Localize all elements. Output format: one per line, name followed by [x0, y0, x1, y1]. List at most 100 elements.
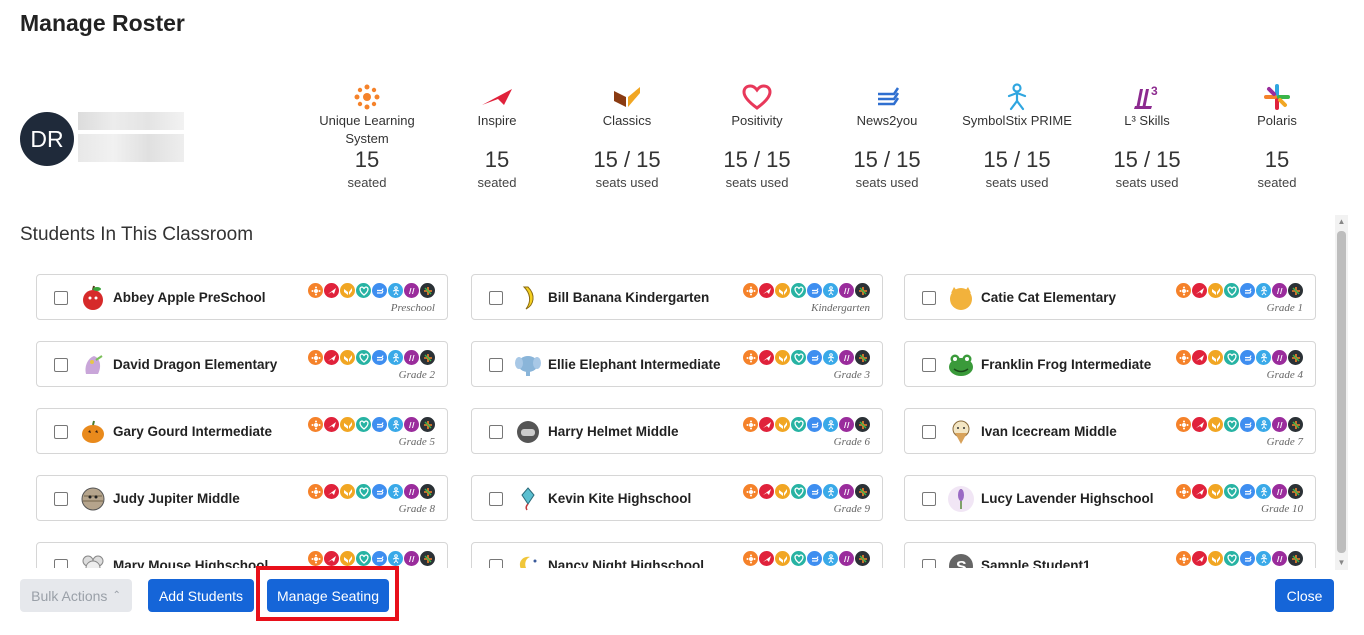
- l3-skills-badge-icon: [404, 551, 419, 566]
- student-card[interactable]: S Sample Student1: [904, 542, 1316, 568]
- student-name: Lucy Lavender Highschool: [981, 491, 1154, 506]
- positivity-badge-icon: [1224, 350, 1239, 365]
- student-checkbox[interactable]: [54, 559, 68, 568]
- student-card[interactable]: Nancy Night Highschool: [471, 542, 883, 568]
- product-badges: [743, 417, 870, 432]
- close-button[interactable]: Close: [1275, 579, 1334, 612]
- polaris-badge-icon: [420, 350, 435, 365]
- inspire-badge-icon: [1192, 417, 1207, 432]
- student-grid: Abbey Apple PreSchool Preschool Bill Banan…: [0, 258, 1333, 568]
- product-badges: [308, 551, 435, 566]
- classics-badge-icon: [775, 283, 790, 298]
- student-checkbox[interactable]: [54, 291, 68, 305]
- student-card[interactable]: Kevin Kite Highschool Grade 9: [471, 475, 883, 521]
- unique-learning-badge-icon: [1176, 350, 1191, 365]
- student-grade: Grade 7: [1266, 436, 1303, 448]
- student-card[interactable]: Judy Jupiter Middle Grade 8: [36, 475, 448, 521]
- student-card[interactable]: Ellie Elephant Intermediate Grade 3: [471, 341, 883, 387]
- l3-skills-icon: 3: [1082, 82, 1212, 112]
- student-checkbox[interactable]: [489, 291, 503, 305]
- student-card[interactable]: Franklin Frog Intermediate Grade 4: [904, 341, 1316, 387]
- student-card[interactable]: Ivan Icecream Middle Grade 7: [904, 408, 1316, 454]
- news2you-badge-icon: [372, 417, 387, 432]
- product-seat-summary: Unique Learning System 15 seated Inspire…: [0, 82, 1364, 207]
- student-checkbox[interactable]: [489, 559, 503, 568]
- scroll-up-arrow-icon[interactable]: ▲: [1335, 215, 1348, 229]
- positivity-badge-icon: [356, 283, 371, 298]
- cat-avatar-icon: [947, 284, 975, 312]
- news2you-badge-icon: [372, 283, 387, 298]
- student-checkbox[interactable]: [489, 492, 503, 506]
- student-card[interactable]: Harry Helmet Middle Grade 6: [471, 408, 883, 454]
- add-students-button[interactable]: Add Students: [148, 579, 254, 612]
- student-card[interactable]: Mary Mouse Highschool: [36, 542, 448, 568]
- kite-avatar-icon: [514, 485, 542, 513]
- unique-learning-badge-icon: [1176, 484, 1191, 499]
- student-card[interactable]: Bill Banana Kindergarten Kindergarten: [471, 274, 883, 320]
- product-badges: [1176, 484, 1303, 499]
- symbolstix-badge-icon: [823, 283, 838, 298]
- symbolstix-badge-icon: [388, 283, 403, 298]
- unique-learning-badge-icon: [308, 551, 323, 566]
- unique-learning-badge-icon: [743, 484, 758, 499]
- scroll-down-arrow-icon[interactable]: ▼: [1335, 556, 1348, 570]
- unique-learning-badge-icon: [1176, 417, 1191, 432]
- symbolstix-badge-icon: [1256, 484, 1271, 499]
- product-badges: [1176, 417, 1303, 432]
- inspire-badge-icon: [1192, 484, 1207, 499]
- student-card[interactable]: Abbey Apple PreSchool Preschool: [36, 274, 448, 320]
- news2you-badge-icon: [1240, 283, 1255, 298]
- student-card[interactable]: Gary Gourd Intermediate Grade 5: [36, 408, 448, 454]
- student-checkbox[interactable]: [922, 559, 936, 568]
- inspire-badge-icon: [324, 551, 339, 566]
- news2you-badge-icon: [807, 350, 822, 365]
- positivity-badge-icon: [356, 551, 371, 566]
- student-grade: Grade 4: [1266, 369, 1303, 381]
- product-count: 15 / 15: [983, 147, 1051, 172]
- student-checkbox[interactable]: [922, 291, 936, 305]
- inspire-badge-icon: [759, 484, 774, 499]
- classics-badge-icon: [1208, 484, 1223, 499]
- product-badges: [308, 350, 435, 365]
- section-title: Students In This Classroom: [20, 224, 254, 245]
- product-name: SymbolStix PRIME: [962, 113, 1072, 128]
- classics-badge-icon: [340, 283, 355, 298]
- classics-badge-icon: [340, 417, 355, 432]
- news2you-badge-icon: [372, 551, 387, 566]
- news2you-badge-icon: [807, 551, 822, 566]
- classics-badge-icon: [340, 551, 355, 566]
- student-card[interactable]: David Dragon Elementary Grade 2: [36, 341, 448, 387]
- symbolstix-badge-icon: [388, 484, 403, 499]
- product-inspire: Inspire 15 seated: [432, 82, 562, 194]
- unique-learning-badge-icon: [743, 283, 758, 298]
- student-checkbox[interactable]: [54, 358, 68, 372]
- symbolstix-badge-icon: [823, 484, 838, 499]
- student-name: Abbey Apple PreSchool: [113, 290, 266, 305]
- polaris-badge-icon: [420, 484, 435, 499]
- product-name: Positivity: [731, 113, 783, 128]
- classics-badge-icon: [775, 350, 790, 365]
- product-count: 15 / 15: [593, 147, 661, 172]
- student-name: Ivan Icecream Middle: [981, 424, 1117, 439]
- student-checkbox[interactable]: [922, 492, 936, 506]
- student-checkbox[interactable]: [922, 358, 936, 372]
- student-checkbox[interactable]: [54, 425, 68, 439]
- student-name: Harry Helmet Middle: [548, 424, 679, 439]
- student-grade: Grade 5: [398, 436, 435, 448]
- student-checkbox[interactable]: [489, 425, 503, 439]
- scroll-thumb[interactable]: [1337, 231, 1346, 553]
- student-checkbox[interactable]: [922, 425, 936, 439]
- student-checkbox[interactable]: [489, 358, 503, 372]
- classics-icon: [562, 82, 692, 112]
- student-checkbox[interactable]: [54, 492, 68, 506]
- classics-badge-icon: [340, 350, 355, 365]
- student-name: Catie Cat Elementary: [981, 290, 1117, 305]
- student-list-scrollbar[interactable]: ▲ ▼: [1335, 215, 1348, 570]
- student-card[interactable]: Catie Cat Elementary Grade 1: [904, 274, 1316, 320]
- l3-skills-badge-icon: [1272, 417, 1287, 432]
- polaris-badge-icon: [1288, 417, 1303, 432]
- product-count-label: seats used: [855, 175, 919, 190]
- bulk-actions-button[interactable]: Bulk Actions ⌃: [20, 579, 132, 612]
- student-card[interactable]: Lucy Lavender Highschool Grade 10: [904, 475, 1316, 521]
- l3-skills-badge-icon: [404, 417, 419, 432]
